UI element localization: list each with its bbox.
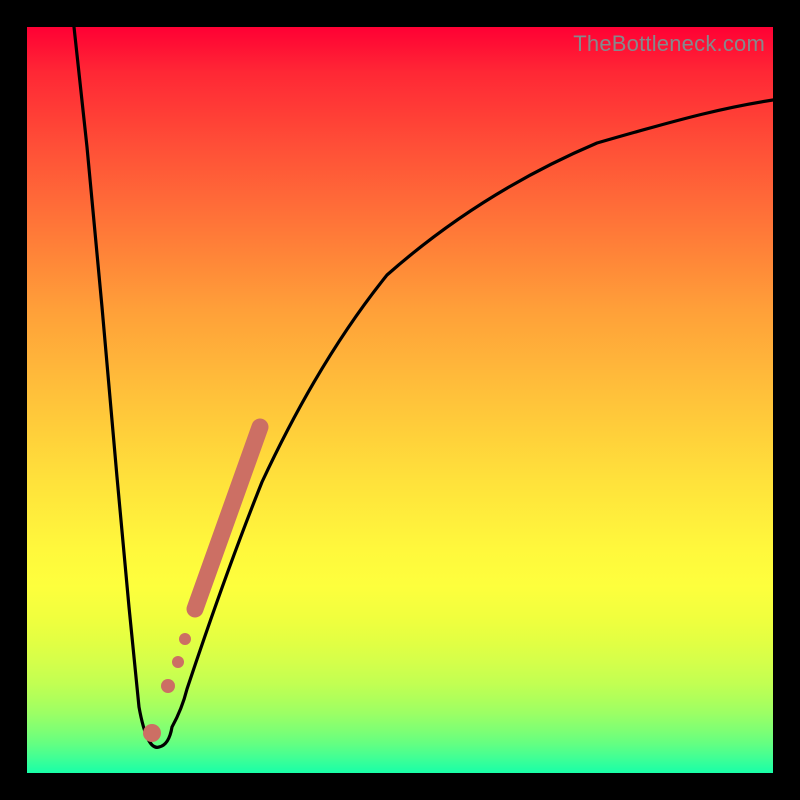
highlight-dot (179, 633, 191, 645)
highlight-dot (143, 724, 161, 742)
bottleneck-curve (74, 27, 773, 747)
highlight-dot (172, 656, 184, 668)
highlight-segment (195, 427, 260, 609)
outer-frame: TheBottleneck.com (0, 0, 800, 800)
plot-area: TheBottleneck.com (27, 27, 773, 773)
highlight-dot (161, 679, 175, 693)
curve-overlay (27, 27, 773, 773)
